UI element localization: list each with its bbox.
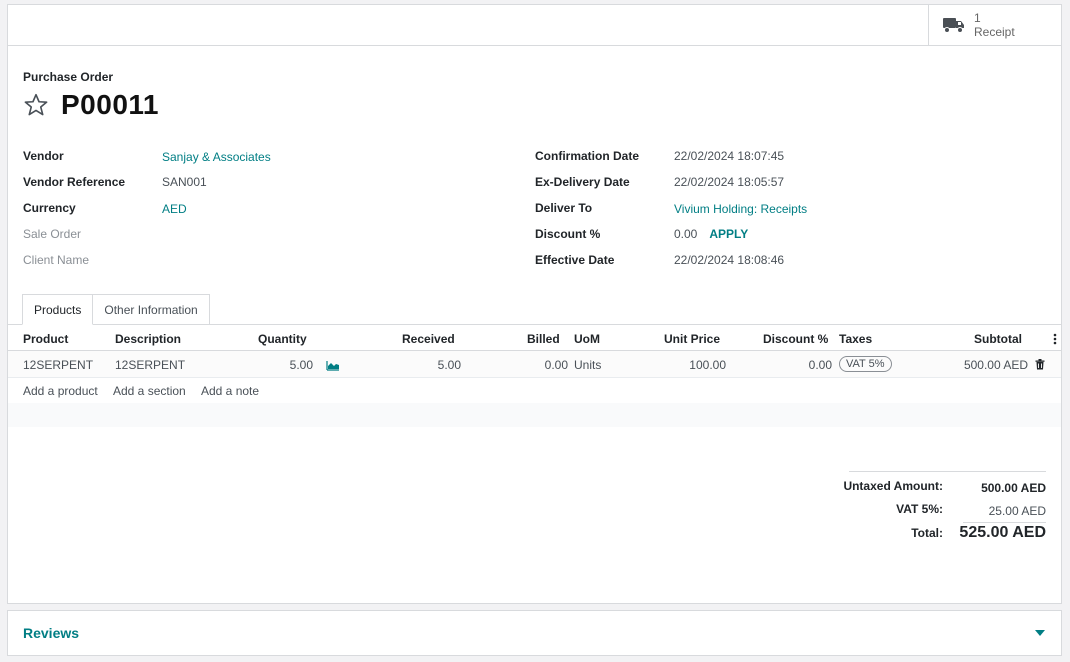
column-options-icon[interactable]	[1052, 333, 1058, 345]
document-type-label: Purchase Order	[23, 70, 114, 84]
line-quantity[interactable]: 5.00	[278, 358, 313, 372]
effective-date-field[interactable]: 22/02/2024 18:08:46	[674, 253, 784, 267]
column-header-taxes[interactable]: Taxes	[839, 332, 872, 346]
ex-delivery-date-field[interactable]: 22/02/2024 18:05:57	[674, 175, 784, 189]
column-header-quantity[interactable]: Quantity	[258, 332, 307, 346]
button-box: 1 Receipt	[8, 5, 1061, 46]
row-divider	[8, 377, 1061, 378]
discount-label: Discount %	[535, 227, 601, 241]
vendor-reference-label: Vendor Reference	[23, 175, 126, 189]
line-product[interactable]: 12SERPENT	[23, 358, 93, 372]
line-taxes: VAT 5%	[839, 356, 892, 372]
forecast-chart-icon[interactable]	[326, 360, 340, 371]
sale-order-label: Sale Order	[23, 227, 82, 241]
add-section-link[interactable]: Add a section	[113, 384, 186, 398]
truck-icon	[943, 18, 964, 33]
title-block: Purchase Order P00011	[23, 70, 159, 121]
purchase-order-form: 1 Receipt Purchase Order P00011 Vendor S…	[7, 4, 1062, 604]
column-header-unit-price[interactable]: Unit Price	[664, 332, 720, 346]
deliver-to-field[interactable]: Vivium Holding: Receipts	[674, 202, 807, 216]
vat-label: VAT 5%:	[896, 502, 943, 516]
line-subtotal: 500.00 AED	[963, 358, 1028, 372]
untaxed-amount-label: Untaxed Amount:	[843, 479, 943, 493]
tab-other-information[interactable]: Other Information	[93, 294, 210, 325]
total-divider	[963, 522, 1046, 523]
currency-field[interactable]: AED	[162, 202, 187, 216]
empty-row	[8, 403, 1061, 427]
trash-icon[interactable]	[1035, 359, 1045, 370]
page-title: P00011	[61, 89, 159, 120]
total-label: Total:	[911, 526, 943, 540]
caret-down-icon[interactable]	[1035, 630, 1045, 636]
vendor-label: Vendor	[23, 149, 64, 163]
column-header-discount[interactable]: Discount %	[763, 332, 828, 346]
receipt-count: 1	[974, 11, 981, 25]
discount-value: 0.00	[674, 227, 698, 241]
line-received[interactable]: 5.00	[408, 358, 461, 372]
line-description[interactable]: 12SERPENT	[115, 358, 185, 372]
line-unit-price[interactable]: 100.00	[668, 358, 726, 372]
ex-delivery-date-label: Ex-Delivery Date	[535, 175, 630, 189]
confirmation-date-field[interactable]: 22/02/2024 18:07:45	[674, 149, 784, 163]
reviews-section[interactable]: Reviews	[7, 610, 1062, 656]
add-product-link[interactable]: Add a product	[23, 384, 98, 398]
table-top-border	[8, 324, 1061, 325]
effective-date-label: Effective Date	[535, 253, 615, 267]
add-note-link[interactable]: Add a note	[201, 384, 259, 398]
tab-products[interactable]: Products	[22, 294, 94, 325]
notebook-tabs: Products Other Information	[22, 294, 210, 325]
column-header-subtotal[interactable]: Subtotal	[974, 332, 1022, 346]
confirmation-date-label: Confirmation Date	[535, 149, 640, 163]
vendor-reference-field[interactable]: SAN001	[162, 175, 207, 189]
client-name-label: Client Name	[23, 253, 90, 267]
column-header-received[interactable]: Received	[402, 332, 455, 346]
tax-badge[interactable]: VAT 5%	[839, 356, 892, 372]
total-value: 525.00 AED	[959, 524, 1046, 541]
discount-field[interactable]: 0.00 APPLY	[674, 227, 748, 241]
reviews-title: Reviews	[23, 625, 80, 641]
apply-discount-button[interactable]: APPLY	[709, 227, 748, 241]
line-billed[interactable]: 0.00	[528, 358, 568, 372]
untaxed-amount-value: 500.00 AED	[981, 481, 1046, 495]
totals-top-border	[849, 471, 1046, 472]
column-header-uom[interactable]: UoM	[574, 332, 600, 346]
column-header-product[interactable]: Product	[23, 332, 68, 346]
receipt-label: Receipt	[974, 25, 1015, 39]
column-header-billed[interactable]: Billed	[527, 332, 560, 346]
currency-label: Currency	[23, 201, 76, 215]
line-discount[interactable]: 0.00	[788, 358, 832, 372]
vat-value: 25.00 AED	[988, 504, 1046, 518]
column-header-description[interactable]: Description	[115, 332, 181, 346]
vendor-field[interactable]: Sanjay & Associates	[162, 150, 271, 164]
star-icon[interactable]	[23, 92, 49, 118]
line-uom[interactable]: Units	[574, 358, 601, 372]
receipt-smart-button[interactable]: 1 Receipt	[928, 5, 1061, 45]
deliver-to-label: Deliver To	[535, 201, 593, 215]
